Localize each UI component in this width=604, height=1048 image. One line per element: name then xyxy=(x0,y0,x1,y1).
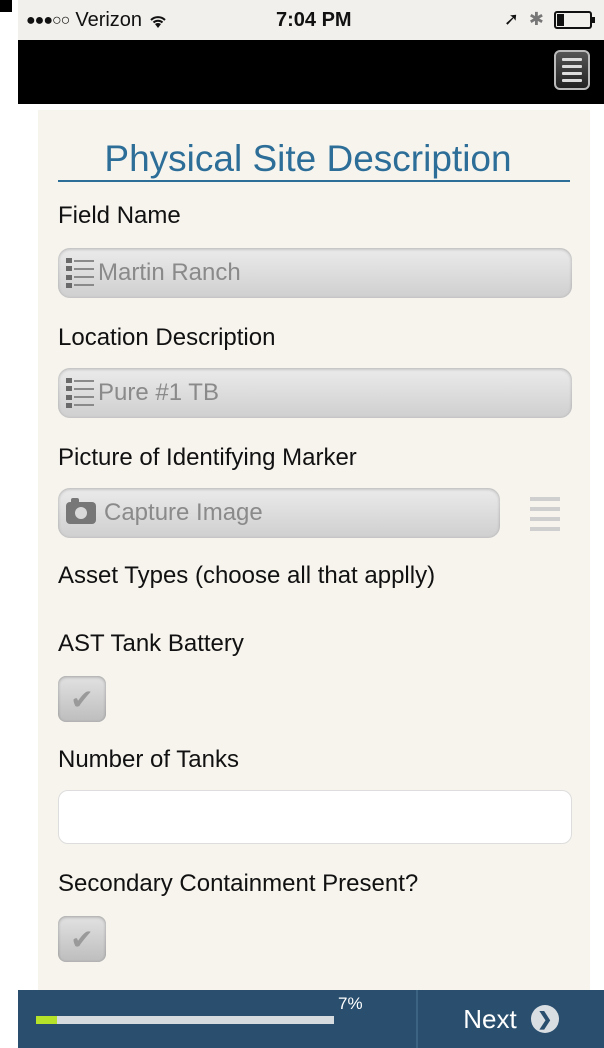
checkmark-icon: ✔ xyxy=(70,923,94,955)
checkmark-icon: ✔ xyxy=(70,683,94,715)
list-icon xyxy=(66,378,94,408)
picture-label: Picture of Identifying Marker xyxy=(58,444,357,471)
capture-image-label: Capture Image xyxy=(104,499,263,526)
ast-tank-battery-checkbox[interactable]: ✔ xyxy=(58,676,106,722)
battery-level xyxy=(557,13,564,26)
carrier-name: Verizon xyxy=(75,9,143,31)
progress-fill xyxy=(36,1016,57,1024)
location-input[interactable]: Pure #1 TB xyxy=(58,368,572,418)
image-list-button[interactable] xyxy=(518,488,572,540)
field-name-input[interactable]: Martin Ranch xyxy=(58,248,572,298)
status-bar: ●●●○○ Verizon 7:04 PM ➚ ✱ xyxy=(18,0,604,40)
corner-mark xyxy=(0,0,12,12)
nav-bar xyxy=(18,40,604,104)
progress-bar xyxy=(36,1016,334,1024)
wifi-icon xyxy=(150,15,166,28)
field-name-value: Martin Ranch xyxy=(98,259,241,286)
page-title: Physical Site Description xyxy=(104,138,512,179)
form-content: Physical Site Description Field Name Mar… xyxy=(38,110,590,992)
hamburger-menu-icon[interactable] xyxy=(554,50,590,90)
status-left: ●●●○○ Verizon xyxy=(26,9,168,32)
next-button[interactable]: Next ❯ xyxy=(418,990,604,1048)
title-divider xyxy=(58,180,570,182)
location-value: Pure #1 TB xyxy=(98,379,219,406)
progress-percent: 7% xyxy=(338,994,363,1013)
status-right: ➚ ✱ xyxy=(503,9,595,30)
field-name-label: Field Name xyxy=(58,202,181,229)
footer-bar: 7% Next ❯ xyxy=(18,990,604,1048)
secondary-containment-label: Secondary Containment Present? xyxy=(58,870,419,897)
capture-image-button[interactable]: Capture Image xyxy=(58,488,500,538)
list-icon xyxy=(66,258,94,288)
camera-icon xyxy=(66,498,96,524)
next-label: Next xyxy=(463,1003,517,1034)
location-label: Location Description xyxy=(58,324,276,351)
chevron-right-icon: ❯ xyxy=(530,1005,559,1033)
battery-icon xyxy=(554,10,595,29)
secondary-containment-checkbox[interactable]: ✔ xyxy=(58,916,106,962)
bluetooth-icon: ✱ xyxy=(528,9,544,29)
number-of-tanks-label: Number of Tanks xyxy=(58,746,239,773)
ast-tank-battery-label: AST Tank Battery xyxy=(58,630,244,657)
status-time: 7:04 PM xyxy=(276,9,352,31)
asset-types-label: Asset Types (choose all that applly) xyxy=(58,562,436,589)
number-of-tanks-input[interactable] xyxy=(58,790,572,844)
signal-strength-icon: ●●●○○ xyxy=(26,11,70,29)
location-arrow-icon: ➚ xyxy=(503,9,519,29)
